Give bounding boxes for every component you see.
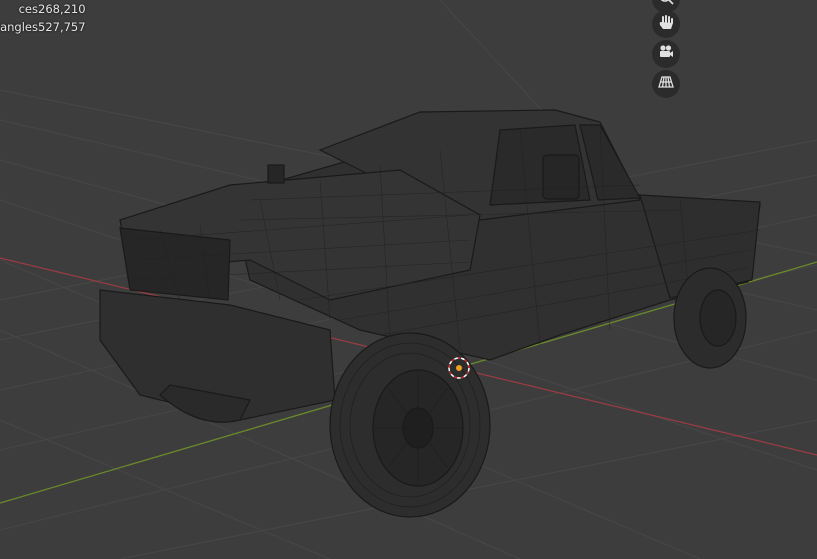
stat-vertices: ces 268,210 xyxy=(0,0,98,18)
triangles-value: 527,757 xyxy=(38,20,86,34)
rear-wheel[interactable] xyxy=(673,267,747,369)
grid-ortho-icon xyxy=(657,73,675,95)
zoom-icon xyxy=(657,0,675,10)
camera-view-button[interactable] xyxy=(652,40,680,68)
orthographic-toggle-button[interactable] xyxy=(652,70,680,98)
stat-triangles: angles 527,757 xyxy=(0,18,98,36)
triangles-label: angles xyxy=(0,20,38,34)
vertices-label: ces xyxy=(18,2,38,16)
camera-icon xyxy=(657,43,675,65)
vertices-value: 268,210 xyxy=(38,2,86,16)
pan-button[interactable] xyxy=(652,10,680,38)
hand-pan-icon xyxy=(657,13,675,35)
statistics-overlay: ces 268,210 angles 527,757 xyxy=(0,0,98,36)
3d-viewport[interactable] xyxy=(0,0,817,559)
